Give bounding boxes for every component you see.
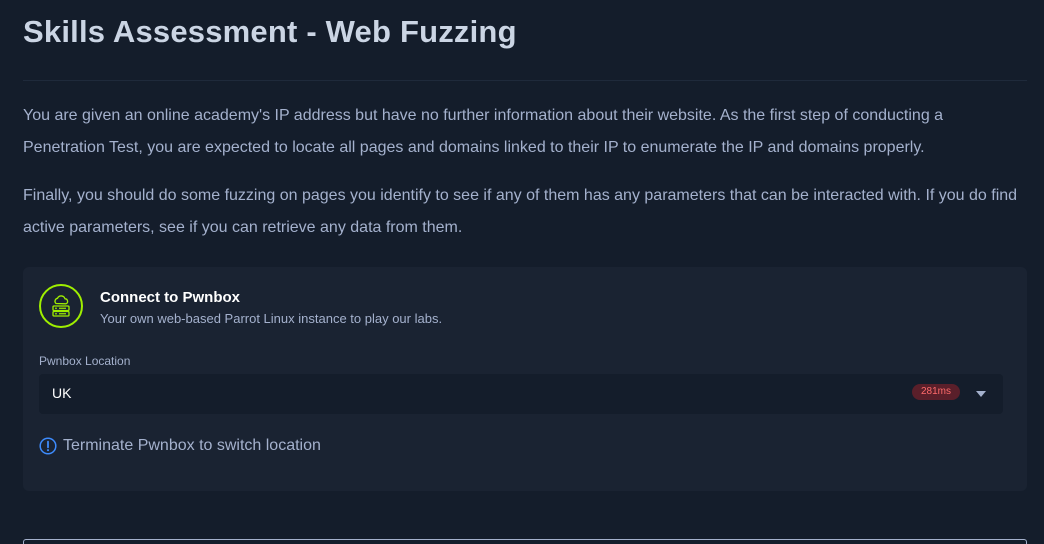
pwnbox-card: Connect to Pwnbox Your own web-based Par… bbox=[23, 267, 1027, 491]
cloud-server-icon bbox=[39, 284, 83, 328]
description-paragraph-1: You are given an online academy's IP add… bbox=[23, 107, 944, 156]
pwnbox-location-value: UK bbox=[52, 385, 72, 401]
location-notice: Terminate Pwnbox to switch location bbox=[39, 437, 321, 455]
description-paragraph-2: Finally, you should do some fuzzing on p… bbox=[23, 187, 1018, 236]
latency-badge: 281ms bbox=[912, 384, 961, 400]
pwnbox-title: Connect to Pwnbox bbox=[100, 289, 240, 306]
pwnbox-location-label: Pwnbox Location bbox=[39, 354, 131, 368]
pwnbox-location-select[interactable]: UK 281ms bbox=[39, 374, 1003, 414]
pwnbox-subtitle: Your own web-based Parrot Linux instance… bbox=[100, 311, 443, 326]
chevron-down-icon[interactable] bbox=[976, 391, 986, 397]
title-divider bbox=[23, 80, 1027, 81]
page-title: Skills Assessment - Web Fuzzing bbox=[23, 14, 517, 49]
next-section-box bbox=[23, 539, 1027, 544]
page: Skills Assessment - Web Fuzzing You are … bbox=[0, 0, 1044, 544]
info-circle-icon bbox=[39, 437, 57, 455]
location-notice-text: Terminate Pwnbox to switch location bbox=[63, 437, 321, 454]
